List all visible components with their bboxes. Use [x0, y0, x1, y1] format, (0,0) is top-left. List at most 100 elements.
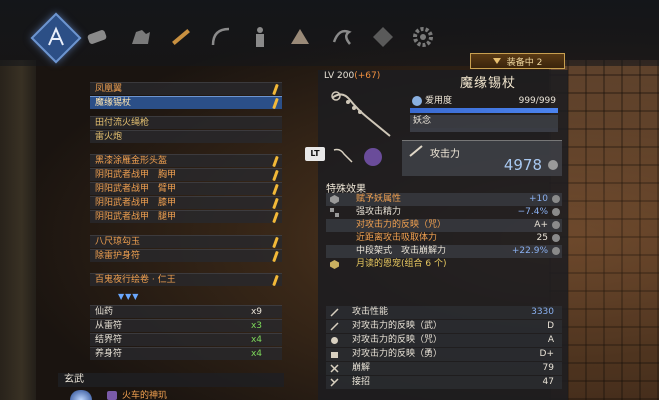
effect-rank-icon	[552, 221, 560, 229]
stat-name: 攻击性能	[352, 307, 389, 317]
item-count: x4	[250, 335, 262, 345]
gear-icon[interactable]	[406, 20, 440, 54]
effect-row[interactable]: 强攻击精力 −7.4%	[326, 206, 562, 219]
item-count: x3	[250, 321, 262, 331]
horse-icon[interactable]	[124, 20, 158, 54]
category-weapon-icon[interactable]	[30, 12, 82, 64]
stat-value: 3330	[531, 307, 554, 317]
list-item[interactable]: 田付流火绳枪	[90, 116, 282, 129]
pencil-icon	[272, 155, 279, 168]
guardian-spirit-icon[interactable]	[283, 20, 317, 54]
stat-row[interactable]: 接招 47	[326, 376, 562, 389]
affinity-label: 爱用度	[425, 96, 453, 106]
stat-row[interactable]: 对攻击力的反映（勇） D+	[326, 348, 562, 361]
stat-value: 47	[542, 377, 554, 387]
item-row[interactable]: 从雷符 x3	[90, 319, 282, 332]
bow-icon[interactable]	[204, 20, 238, 54]
stat-row[interactable]: 崩解 79	[326, 362, 562, 375]
spirit-icon	[331, 337, 338, 344]
list-item[interactable]: 阴阳武者战甲 胸甲	[90, 168, 282, 182]
effect-row[interactable]: 近距离攻击吸取体力 25	[326, 232, 562, 245]
sword-icon	[330, 322, 339, 331]
item-label: 养身符	[95, 349, 123, 359]
stat-value: D	[547, 321, 554, 331]
level-value: LV 200	[324, 71, 355, 81]
effect-row[interactable]: 赋予妖属性 +10	[326, 193, 562, 206]
effect-rank-icon	[552, 234, 560, 242]
level-bonus: (+67)	[354, 71, 381, 81]
grid-icon	[330, 208, 339, 217]
weapon-name: 魔缘锡杖	[459, 76, 516, 91]
item-label: 仙药	[95, 307, 114, 317]
scroll-icon[interactable]	[80, 20, 114, 54]
list-item[interactable]: 凤凰翼	[90, 82, 282, 96]
bottom-item-label[interactable]: 火车的神玑	[122, 388, 167, 400]
break-icon	[330, 364, 339, 373]
effect-name: 强攻击精力	[356, 207, 402, 217]
list-item[interactable]: 雷火炮	[90, 130, 282, 143]
stat-value: A	[547, 335, 554, 345]
effect-value: +22.9%	[511, 246, 548, 256]
item-count: x9	[250, 307, 262, 317]
list-item-label: 除雷护身符	[95, 251, 141, 261]
item-row[interactable]: 结界符 x4	[90, 333, 282, 346]
hexagon-icon	[330, 260, 339, 269]
effect-value: A+	[534, 220, 548, 230]
affinity-bar-fill	[410, 108, 558, 113]
pencil-icon	[272, 197, 279, 210]
rifle-icon[interactable]	[164, 20, 198, 54]
list-item[interactable]: 阴阳武者战甲 臂甲	[90, 182, 282, 196]
effect-value: 25	[536, 233, 548, 243]
list-item-label: 阴阳武者战甲 胸甲	[95, 170, 177, 180]
effect-name: 近距离攻击吸取体力	[356, 233, 438, 243]
effect-value: +10	[529, 194, 548, 204]
background-pillar	[0, 60, 36, 400]
list-item-label: 田付流火绳枪	[95, 118, 150, 128]
armor-body-icon[interactable]	[243, 20, 277, 54]
crest-icon[interactable]	[366, 20, 400, 54]
pencil-icon	[272, 169, 279, 182]
list-item[interactable]: 八尺琼勾玉	[90, 235, 282, 249]
list-item-label: 黑漆涂雁金形头盔	[95, 156, 168, 166]
alt-weapon-icon[interactable]	[332, 146, 354, 164]
stat-row[interactable]: 对攻击力的反映（咒） A	[326, 334, 562, 347]
tomoe-swirl-icon	[364, 148, 382, 166]
pencil-icon	[272, 183, 279, 196]
list-item-label: 八尺琼勾玉	[95, 237, 141, 247]
effect-row[interactable]: 对攻击力的反映（咒） A+	[326, 219, 562, 232]
stat-value: 79	[542, 363, 554, 373]
list-item-label: 阴阳武者战甲 腿甲	[95, 212, 177, 222]
effect-name: 月读的恩宠(组合 6 个)	[356, 259, 447, 269]
compare-arrow-icon	[548, 160, 558, 170]
effect-row[interactable]: 月读的恩宠(组合 6 个)	[326, 258, 562, 271]
sword-icon	[330, 308, 339, 317]
effect-rank-icon	[552, 247, 560, 255]
list-item[interactable]: 除雷护身符	[90, 249, 282, 263]
effect-rank-icon	[552, 195, 560, 203]
affinity-icon	[412, 96, 422, 106]
list-item-selected[interactable]: 魔缘锡杖	[90, 96, 282, 110]
stat-row[interactable]: 攻击性能 3330	[326, 306, 562, 319]
item-row[interactable]: 仙药 x9	[90, 305, 282, 318]
list-item[interactable]: 黑漆涂雁金形头盔	[90, 154, 282, 168]
list-item-label: 阴阳武者战甲 臂甲	[95, 184, 177, 194]
effect-row[interactable]: 中段架式 攻击崩解力 +22.9%	[326, 245, 562, 258]
guardian-label: 玄武	[58, 373, 284, 387]
item-row[interactable]: 养身符 x4	[90, 347, 282, 360]
stat-row[interactable]: 对攻击力的反映（武） D	[326, 320, 562, 333]
pencil-icon	[272, 97, 279, 110]
item-label: 结界符	[95, 335, 123, 345]
effect-name: 对攻击力的反映（咒）	[356, 220, 447, 230]
lt-button[interactable]: LT	[305, 147, 325, 161]
list-item[interactable]: 阴阳武者战甲 膝甲	[90, 196, 282, 210]
stat-name: 接招	[352, 377, 371, 387]
dragon-icon[interactable]	[325, 20, 359, 54]
staff-weapon-icon	[331, 91, 391, 137]
list-item[interactable]: 阴阳武者战甲 腿甲	[90, 210, 282, 224]
list-item[interactable]: 百鬼夜行绘卷 · 仁王	[90, 273, 282, 287]
yaonen-bar	[410, 128, 558, 132]
down-triangle-icon	[492, 58, 501, 64]
pencil-icon	[272, 236, 279, 249]
equipped-badge: 装备中 2	[470, 53, 565, 69]
affinity-bar	[410, 108, 558, 113]
